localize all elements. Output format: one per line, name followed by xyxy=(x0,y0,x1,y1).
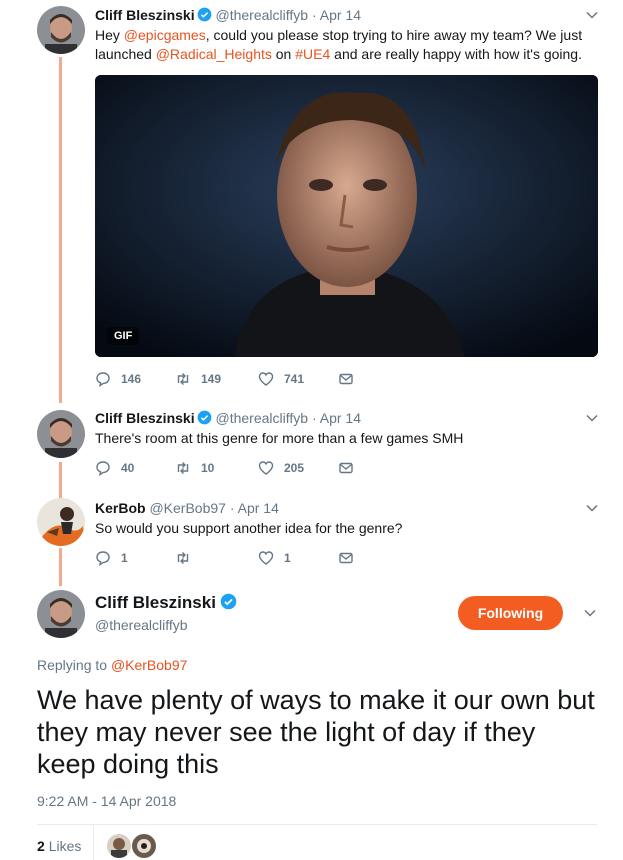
tweet: Cliff Bleszinski @therealcliffyb · Apr 1… xyxy=(95,6,599,64)
mention-link[interactable]: @Radical_Heights xyxy=(156,46,272,62)
author-handle[interactable]: @therealcliffyb xyxy=(95,617,188,633)
chevron-down-icon[interactable] xyxy=(585,501,599,515)
following-button[interactable]: Following xyxy=(458,596,563,630)
like-button[interactable]: 1 xyxy=(258,550,291,566)
separator-dot: · xyxy=(229,500,235,516)
verified-icon xyxy=(197,410,211,425)
retweet-button[interactable] xyxy=(175,550,201,566)
text-segment: Hey xyxy=(95,27,124,43)
message-button[interactable] xyxy=(338,371,364,387)
retweet-icon xyxy=(177,552,189,564)
likes-count: 2 xyxy=(37,838,45,854)
author-handle[interactable]: @KerBob97 xyxy=(149,500,225,516)
retweet-count: 10 xyxy=(201,461,215,475)
tweet: Cliff Bleszinski @therealcliffyb · Apr 1… xyxy=(95,409,599,448)
divider xyxy=(37,824,597,825)
tweet-time[interactable]: Apr 14 xyxy=(320,410,361,426)
reply-icon xyxy=(96,461,110,476)
text-segment: and are really happy with how it's going… xyxy=(330,46,582,62)
separator-dot: · xyxy=(311,7,317,23)
gif-media[interactable]: GIF xyxy=(95,75,598,357)
reply-icon xyxy=(96,372,110,387)
text-segment: on xyxy=(271,46,296,62)
avatar[interactable] xyxy=(37,590,85,638)
divider xyxy=(93,826,94,860)
envelope-icon xyxy=(339,462,353,474)
tweet-text: There's room at this genre for more than… xyxy=(95,430,464,446)
like-button[interactable]: 741 xyxy=(258,371,304,387)
retweet-count: 149 xyxy=(201,372,222,386)
liker-avatar[interactable] xyxy=(132,834,156,858)
avatar[interactable] xyxy=(37,498,85,546)
replying-to-link[interactable]: @KerBob97 xyxy=(111,657,187,673)
likes-stat[interactable]: 2 Likes xyxy=(37,838,81,854)
retweet-icon xyxy=(177,373,189,385)
reply-count: 1 xyxy=(121,551,128,565)
retweet-icon xyxy=(177,462,189,474)
verified-icon xyxy=(197,7,211,22)
author-handle[interactable]: @therealcliffyb xyxy=(215,410,308,426)
gif-image xyxy=(95,75,598,357)
chevron-down-icon[interactable] xyxy=(585,411,599,425)
tweet-text: Hey @epicgames, could you please stop tr… xyxy=(95,26,599,64)
hashtag-link[interactable]: #UE4 xyxy=(295,46,330,62)
message-button[interactable] xyxy=(338,550,364,566)
tweet-timestamp[interactable]: 9:22 AM - 14 Apr 2018 xyxy=(37,793,176,809)
thread-line xyxy=(59,57,62,403)
separator-dot: · xyxy=(311,410,317,426)
retweet-button[interactable]: 149 xyxy=(175,371,221,387)
avatar[interactable] xyxy=(37,6,85,54)
avatar[interactable] xyxy=(37,410,85,458)
reply-button[interactable]: 146 xyxy=(95,371,141,387)
like-count: 1 xyxy=(284,551,291,565)
chevron-down-icon[interactable] xyxy=(585,8,599,22)
author-handle[interactable]: @therealcliffyb xyxy=(215,7,308,23)
tweet-text: We have plenty of ways to make it our ow… xyxy=(37,685,595,779)
mention-link[interactable]: @epicgames xyxy=(124,27,206,43)
tweet-text: So would you support another idea for th… xyxy=(95,520,403,536)
tweet-header: KerBob @KerBob97 · Apr 14 xyxy=(95,499,599,517)
envelope-icon xyxy=(339,552,353,564)
tweet-header: Cliff Bleszinski @therealcliffyb · Apr 1… xyxy=(95,409,599,427)
thread-line xyxy=(59,462,62,498)
heart-icon xyxy=(258,551,274,565)
reply-button[interactable]: 1 xyxy=(95,550,128,566)
message-button[interactable] xyxy=(338,460,364,476)
retweet-button[interactable]: 10 xyxy=(175,460,214,476)
replying-prefix: Replying to xyxy=(37,657,111,673)
author-name[interactable]: KerBob xyxy=(95,500,146,516)
reply-icon xyxy=(96,551,110,566)
reply-button[interactable]: 40 xyxy=(95,460,134,476)
reply-count: 146 xyxy=(121,372,142,386)
like-count: 205 xyxy=(284,461,305,475)
author-name[interactable]: Cliff Bleszinski xyxy=(95,410,195,426)
thread-line xyxy=(59,548,62,586)
like-count: 741 xyxy=(284,372,305,386)
tweet-time[interactable]: Apr 14 xyxy=(238,500,279,516)
verified-icon xyxy=(220,593,237,610)
tweet-time[interactable]: Apr 14 xyxy=(320,7,361,23)
liker-avatar[interactable] xyxy=(107,834,131,858)
author-name[interactable]: Cliff Bleszinski xyxy=(95,593,237,613)
reply-count: 40 xyxy=(121,461,135,475)
author-name[interactable]: Cliff Bleszinski xyxy=(95,7,195,23)
tweet: KerBob @KerBob97 · Apr 14 So would you s… xyxy=(95,499,599,538)
tweet-header: Cliff Bleszinski @therealcliffyb · Apr 1… xyxy=(95,6,599,24)
author-name-text[interactable]: Cliff Bleszinski xyxy=(95,593,216,612)
heart-icon xyxy=(258,372,274,386)
gif-badge: GIF xyxy=(107,327,140,345)
likes-label: Likes xyxy=(48,838,82,854)
envelope-icon xyxy=(339,373,353,385)
replying-to: Replying to @KerBob97 xyxy=(37,657,187,673)
like-button[interactable]: 205 xyxy=(258,460,304,476)
chevron-down-icon[interactable] xyxy=(583,606,597,620)
heart-icon xyxy=(258,461,274,475)
